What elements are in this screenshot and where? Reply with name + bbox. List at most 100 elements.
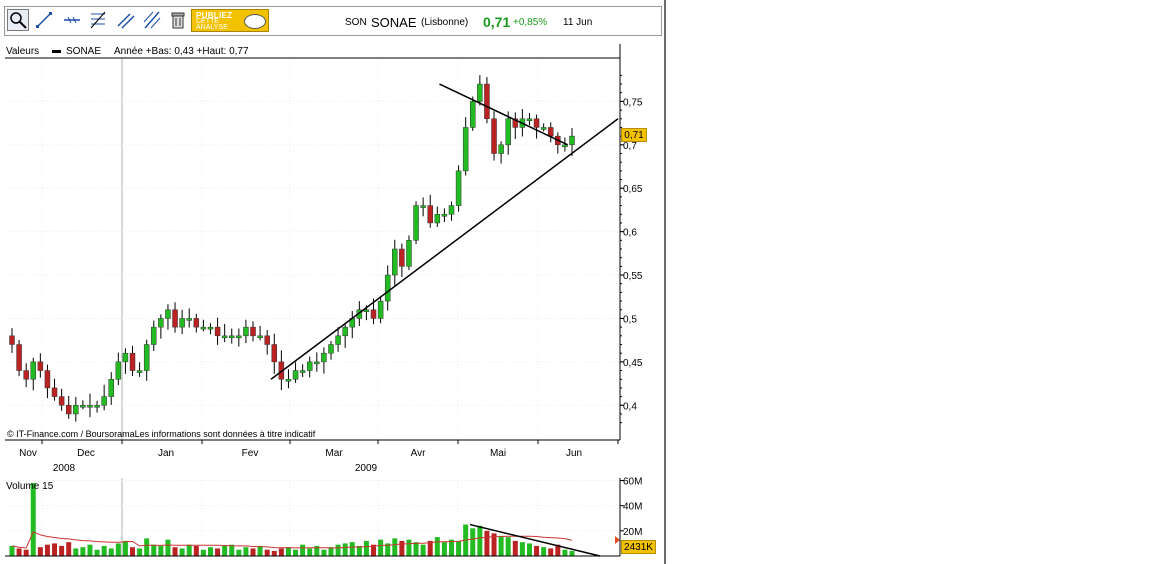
volume-bar <box>406 539 412 556</box>
volume-bar <box>151 544 157 556</box>
candle-body <box>477 83 483 102</box>
chart-window: PUBLIEZ CETTE ANALYSE SON SONAE (Lisbonn… <box>0 0 666 564</box>
candle-body <box>526 118 533 122</box>
volume-bar <box>222 545 228 556</box>
volume-bar <box>413 542 419 556</box>
volume-bar <box>193 545 199 556</box>
candle-body <box>292 370 299 380</box>
candle-body <box>314 361 320 365</box>
volume-bar <box>130 547 136 556</box>
volume-bar <box>101 545 107 556</box>
candle-body <box>540 127 547 130</box>
x-tick-label: Mai <box>490 448 506 459</box>
candle-body <box>115 361 122 380</box>
candle-body <box>271 344 278 363</box>
volume-bar <box>293 549 299 556</box>
volume-bar <box>16 548 22 556</box>
last-price-badge: 0,71 <box>621 128 647 142</box>
volume-bar <box>250 548 256 556</box>
candle-body <box>547 127 554 137</box>
candle-body <box>285 378 292 382</box>
volume-bar <box>271 550 277 556</box>
volume-bar <box>236 549 242 556</box>
volume-bar <box>342 543 348 556</box>
x-tick-label: Mar <box>325 448 343 459</box>
price-tick-label: 0,55 <box>623 271 643 282</box>
volume-bar <box>122 540 128 556</box>
candle-body <box>65 405 72 415</box>
candle-body <box>392 248 398 276</box>
volume-bar <box>420 544 426 556</box>
volume-bar <box>456 540 462 556</box>
candle-body <box>441 214 448 217</box>
volume-bar <box>165 539 171 556</box>
price-tick-label: 0,4 <box>623 401 637 412</box>
candle-body <box>569 135 575 146</box>
volume-tick-label: 60M <box>623 477 642 488</box>
window-border <box>664 0 666 564</box>
volume-bar <box>519 542 525 556</box>
volume-bar <box>569 550 575 556</box>
candle-body <box>399 248 405 267</box>
price-tick-label: 0,65 <box>623 184 643 195</box>
volume-bar <box>200 549 206 556</box>
candle-body <box>257 335 263 339</box>
candle-body <box>214 326 221 337</box>
candle-body <box>94 405 100 408</box>
volume-bar <box>264 549 270 556</box>
candle-body <box>491 118 497 154</box>
trendline <box>270 118 619 380</box>
volume-bar <box>328 547 334 556</box>
volume-bar <box>498 535 504 556</box>
volume-bar <box>278 548 284 556</box>
candle-body <box>306 361 313 371</box>
volume-tick-label: 40M <box>623 502 642 513</box>
candle-body <box>462 127 469 172</box>
price-tick-label: 0,45 <box>623 358 643 369</box>
volume-bar <box>30 483 36 556</box>
candle-body <box>172 309 178 328</box>
volume-bar <box>363 540 369 556</box>
volume-bar <box>541 547 547 556</box>
volume-bar <box>285 547 291 556</box>
candle-body <box>136 370 143 373</box>
data-credit: © IT-Finance.com / BoursoramaLes informa… <box>7 429 316 439</box>
candle-body <box>299 370 306 373</box>
candle-body <box>179 318 185 328</box>
volume-bar <box>534 545 540 556</box>
volume-bar <box>512 540 518 556</box>
volume-bar <box>80 547 86 556</box>
volume-bar <box>172 547 178 556</box>
x-tick-label: Jan <box>158 448 174 459</box>
volume-bar <box>144 538 150 556</box>
candle-body <box>384 274 391 302</box>
candle-body <box>151 326 157 345</box>
candle-body <box>165 309 171 319</box>
price-tick-label: 0,75 <box>623 97 643 108</box>
candle-body <box>80 405 86 408</box>
volume-bar <box>73 548 79 556</box>
candle-body <box>533 118 540 128</box>
candle-body <box>51 387 58 397</box>
volume-bar <box>108 548 114 556</box>
volume-bar <box>441 542 447 556</box>
candle-body <box>413 205 419 241</box>
candle-body <box>328 344 334 354</box>
candle-body <box>264 335 270 345</box>
volume-bar <box>335 544 341 556</box>
candle-body <box>250 326 256 337</box>
candle-body <box>406 240 412 267</box>
volume-bar <box>477 525 483 556</box>
candle-body <box>448 205 455 215</box>
candle-body <box>505 118 511 146</box>
candle-body <box>335 335 341 345</box>
volume-bar <box>87 544 93 556</box>
volume-tick-label: 20M <box>623 527 642 538</box>
volume-bar <box>378 539 384 556</box>
volume-title: Volume 15 <box>6 481 54 492</box>
volume-bar <box>392 538 398 556</box>
candle-body <box>221 335 228 339</box>
volume-bar <box>186 544 192 556</box>
volume-pointer-icon <box>615 536 620 544</box>
candle-body <box>243 326 249 337</box>
